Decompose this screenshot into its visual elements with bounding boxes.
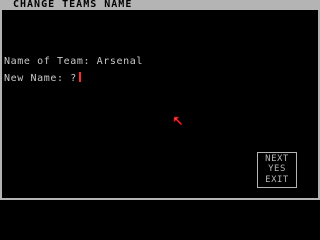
arrow-pointer-icon xyxy=(173,116,183,126)
yes-button[interactable]: YES xyxy=(258,164,296,174)
exit-button[interactable]: EXIT xyxy=(258,175,296,185)
content-area: Name of Team: Arsenal New Name: ? NEXT Y… xyxy=(2,10,318,198)
team-name-label: Name of Team: Arsenal xyxy=(4,56,144,67)
new-name-field[interactable]: New Name: ? xyxy=(4,72,81,85)
title-bar: CHANGE TEAMS NAME xyxy=(0,0,320,10)
screen-title: CHANGE TEAMS NAME xyxy=(13,0,133,10)
next-button[interactable]: NEXT xyxy=(258,154,296,164)
game-screen: CHANGE TEAMS NAME Name of Team: Arsenal … xyxy=(0,0,320,200)
text-cursor xyxy=(78,72,81,82)
team-name-line: Name of Team: Arsenal xyxy=(4,56,143,68)
new-name-prompt: New Name: ? xyxy=(4,73,77,84)
action-menu: NEXT YES EXIT xyxy=(257,152,297,188)
